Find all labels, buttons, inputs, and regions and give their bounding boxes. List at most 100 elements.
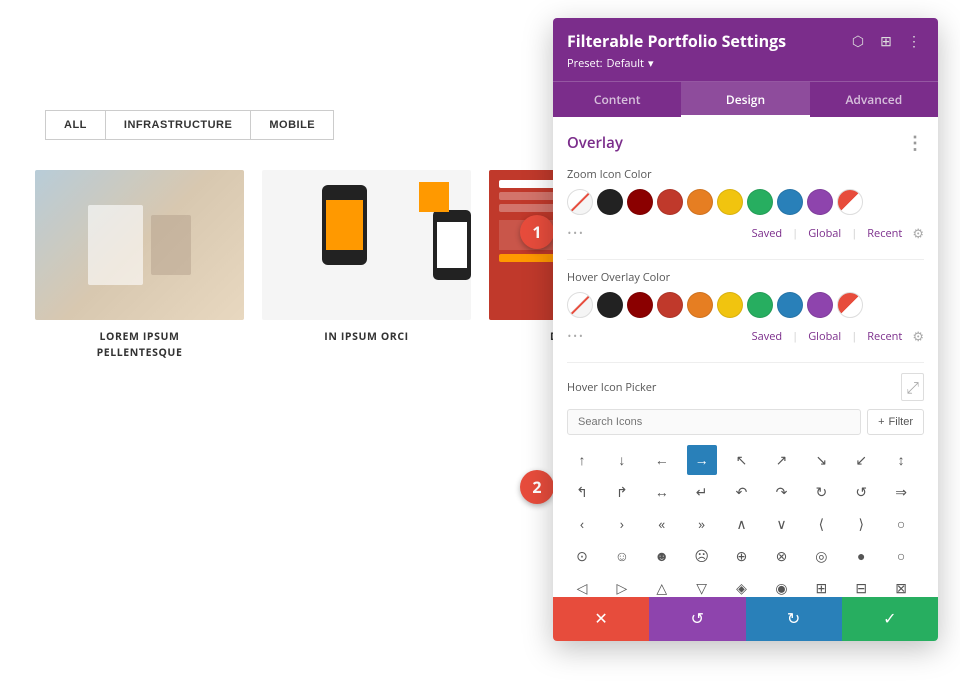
swatch-transparent-1[interactable] [567,189,593,215]
icon-search-input[interactable] [567,409,861,435]
icon-down[interactable]: ↓ [607,445,637,475]
swatch-blue-1[interactable] [777,189,803,215]
swatch-purple-2[interactable] [807,292,833,318]
icon-filter-button[interactable]: + Filter [867,409,924,435]
icon-bullseye[interactable]: ◎ [806,541,836,571]
tab-content[interactable]: Content [553,82,681,117]
icon-ring[interactable]: ○ [886,541,916,571]
icon-caret-down[interactable]: ∨ [766,509,796,539]
swatch-transparent-2[interactable] [567,292,593,318]
icon-grin[interactable]: ☻ [647,541,677,571]
zoom-saved-tab[interactable]: Saved [752,226,783,241]
icon-circle[interactable]: ○ [886,509,916,539]
swatch-green-2[interactable] [747,292,773,318]
icon-leftright[interactable]: ↔ [647,477,677,507]
icon-turn-left[interactable]: ↰ [567,477,597,507]
hover-global-tab[interactable]: Global [808,329,841,344]
icon-caret-up[interactable]: ∧ [727,509,757,539]
icon-turn-right[interactable]: ↱ [607,477,637,507]
icon-double-right[interactable]: ⇒ [886,477,916,507]
tab-advanced[interactable]: Advanced [810,82,938,117]
icon-dbl-chevron-right[interactable]: » [687,509,717,539]
copy-icon[interactable]: ⬡ [848,31,868,51]
icon-dbl-chevron-left[interactable]: « [647,509,677,539]
icon-check-sq[interactable]: ⊞ [806,573,836,597]
icon-cw[interactable]: ↷ [766,477,796,507]
portfolio-item-1[interactable]: LOREM IPSUMPELLENTESQUE [35,170,244,362]
hover-saved-tab[interactable]: Saved [752,329,783,344]
hover-color-settings-icon[interactable]: ⚙ [912,327,924,345]
icon-right[interactable]: → [687,445,717,475]
icon-return[interactable]: ↵ [687,477,717,507]
overlay-options-icon[interactable]: ⋮ [906,131,924,155]
undo-button[interactable]: ↺ [649,597,745,641]
icon-x-sq[interactable]: ⊠ [886,573,916,597]
swatch-darkred-2[interactable] [627,292,653,318]
portfolio-item-2[interactable]: IN IPSUM ORCI [262,170,471,362]
swatch-orange-2[interactable] [687,292,713,318]
zoom-more-dots[interactable]: ··· [567,221,584,245]
icon-up[interactable]: ↑ [567,445,597,475]
grid-icon[interactable]: ⊞ [876,31,896,51]
swatch-black-2[interactable] [597,292,623,318]
swatch-purple-1[interactable] [807,189,833,215]
redo-button[interactable]: ↻ [746,597,842,641]
hover-more-dots[interactable]: ··· [567,324,584,348]
icon-downright[interactable]: ↘ [806,445,836,475]
swatch-striped-1[interactable] [837,189,863,215]
icon-tri-right[interactable]: ▷ [607,573,637,597]
panel-body: Overlay ⋮ Zoom Icon Color ··· Saved | Gl… [553,117,938,597]
divider-1 [567,259,924,260]
icon-updown[interactable]: ↕ [886,445,916,475]
cancel-button[interactable]: ✕ [553,597,649,641]
icon-circle-dot[interactable]: ⊙ [567,541,597,571]
icon-downleft[interactable]: ↙ [846,445,876,475]
icon-tri-up[interactable]: △ [647,573,677,597]
portfolio-thumb-1 [35,170,244,320]
icon-angle-right[interactable]: ⟩ [846,509,876,539]
zoom-color-settings-icon[interactable]: ⚙ [912,224,924,242]
icon-refresh[interactable]: ↻ [806,477,836,507]
icon-minus-sq[interactable]: ⊟ [846,573,876,597]
icon-upright[interactable]: ↗ [766,445,796,475]
icon-ccw[interactable]: ↶ [727,477,757,507]
icon-radio[interactable]: ◉ [766,573,796,597]
icon-plus-circle[interactable]: ⊕ [727,541,757,571]
swatch-striped-2[interactable] [837,292,863,318]
icon-chevron-left[interactable]: ‹ [567,509,597,539]
icon-times-circle[interactable]: ⊗ [766,541,796,571]
icon-disc[interactable]: ● [846,541,876,571]
hover-color-tabs-row: ··· Saved | Global | Recent ⚙ [567,324,924,348]
swatch-yellow-2[interactable] [717,292,743,318]
icon-angle-left[interactable]: ⟨ [806,509,836,539]
icon-upleft[interactable]: ↖ [727,445,757,475]
icon-undo[interactable]: ↺ [846,477,876,507]
icon-left[interactable]: ← [647,445,677,475]
icon-smile[interactable]: ☺ [607,541,637,571]
swatch-blue-2[interactable] [777,292,803,318]
swatch-orange-1[interactable] [687,189,713,215]
save-button[interactable]: ✓ [842,597,938,641]
settings-panel: Filterable Portfolio Settings ⬡ ⊞ ⋮ Pres… [553,18,938,641]
swatch-red-2[interactable] [657,292,683,318]
swatch-red-1[interactable] [657,189,683,215]
portfolio-name-1: LOREM IPSUMPELLENTESQUE [35,330,244,362]
icon-tri-down[interactable]: ▽ [687,573,717,597]
more-icon[interactable]: ⋮ [904,31,924,51]
swatch-yellow-1[interactable] [717,189,743,215]
icon-tri-left[interactable]: ◁ [567,573,597,597]
zoom-global-tab[interactable]: Global [808,226,841,241]
tab-design[interactable]: Design [681,82,809,117]
filter-mobile[interactable]: MOBILE [251,110,334,140]
hover-recent-tab[interactable]: Recent [867,329,902,344]
icon-diamond[interactable]: ◈ [727,573,757,597]
icon-picker-expand-icon[interactable]: ⤢ [901,373,924,401]
icon-chevron-right[interactable]: › [607,509,637,539]
filter-infrastructure[interactable]: INFRASTRUCTURE [105,110,251,140]
icon-frown[interactable]: ☹ [687,541,717,571]
swatch-darkred-1[interactable] [627,189,653,215]
zoom-recent-tab[interactable]: Recent [867,226,902,241]
filter-all[interactable]: ALL [45,110,105,140]
swatch-green-1[interactable] [747,189,773,215]
swatch-black-1[interactable] [597,189,623,215]
